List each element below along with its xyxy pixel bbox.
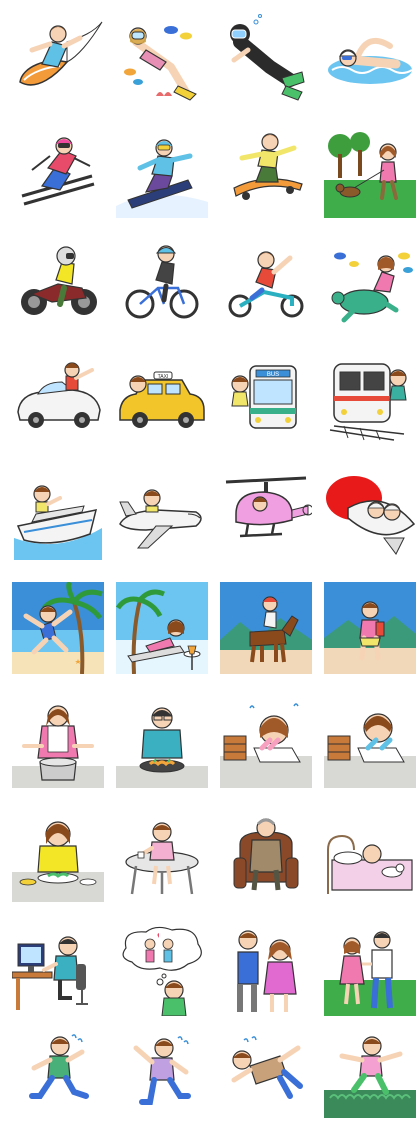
sticker-surfing xyxy=(12,12,104,104)
sticker-couple-walking xyxy=(324,924,416,1016)
bus-sign: BUS xyxy=(267,372,279,378)
sticker-bicycle xyxy=(116,240,208,332)
sticker-computer-work xyxy=(12,924,104,1016)
sticker-walking-dog xyxy=(324,126,416,218)
sticker-horse-riding xyxy=(220,582,312,674)
sticker-motorcycle xyxy=(12,240,104,332)
sticker-running-tired xyxy=(116,1026,208,1118)
sticker-skiing xyxy=(12,126,104,218)
sticker-bus: BUS xyxy=(220,354,312,446)
sticker-sleeping-bed xyxy=(324,810,416,902)
sticker-swim-with-turtle xyxy=(324,240,416,332)
sticker-beach-jump xyxy=(12,582,104,674)
sticker-hiking xyxy=(324,582,416,674)
sticker-studying-tired xyxy=(220,696,312,788)
sticker-airplane xyxy=(116,468,208,560)
sticker-tricycle xyxy=(220,240,312,332)
taxi-sign: TAXI xyxy=(158,374,169,380)
sticker-falling xyxy=(220,1026,312,1118)
sticker-eating-meal xyxy=(12,810,104,902)
sticker-beach-lounging xyxy=(116,582,208,674)
sticker-skateboarding xyxy=(220,126,312,218)
sticker-rocket xyxy=(324,468,416,560)
sticker-daydreaming-couple xyxy=(116,924,208,1016)
sticker-snowboarding xyxy=(116,126,208,218)
sticker-taxi: TAXI xyxy=(116,354,208,446)
sticker-swimming xyxy=(324,12,416,104)
sticker-reading-chair xyxy=(220,810,312,902)
sticker-running xyxy=(12,1026,104,1118)
sticker-scuba-diving xyxy=(116,12,208,104)
sticker-couple-standing xyxy=(220,924,312,1016)
sticker-cafe-table xyxy=(116,810,208,902)
sticker-cooking-pan xyxy=(116,696,208,788)
sticker-jumping xyxy=(324,1026,416,1118)
sticker-wetsuit-diving xyxy=(220,12,312,104)
sticker-helicopter xyxy=(220,468,312,560)
sticker-sheet: TAXI BUS xyxy=(0,0,420,1121)
sticker-cruise-ship xyxy=(12,468,104,560)
sticker-train xyxy=(324,354,416,446)
sticker-cooking-pot xyxy=(12,696,104,788)
sticker-car xyxy=(12,354,104,446)
sticker-studying-writing xyxy=(324,696,416,788)
